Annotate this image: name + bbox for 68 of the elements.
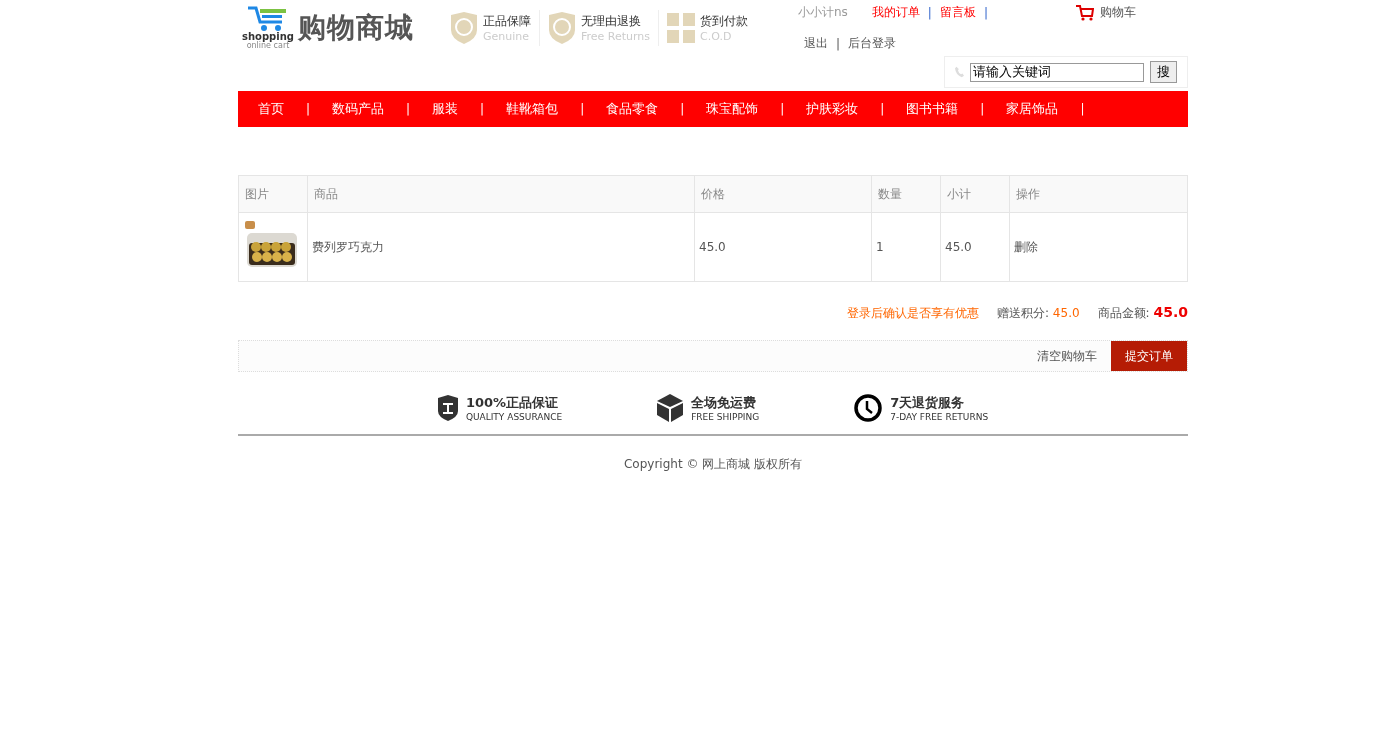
shield-icon — [450, 12, 478, 44]
separator: | — [306, 102, 311, 116]
gift-icon — [667, 13, 696, 43]
separator: | — [836, 36, 841, 51]
user-greeting: 小小计ns — [798, 4, 848, 21]
separator: | — [580, 102, 585, 116]
column-header: 操作 — [1009, 175, 1188, 213]
column-header: 商品 — [307, 175, 695, 213]
separator: | — [1080, 102, 1085, 116]
logo-tagline: online cart — [246, 42, 290, 50]
column-header: 小计 — [940, 175, 1010, 213]
points-label: 赠送积分: — [997, 306, 1051, 320]
logo-caption: shopping — [242, 32, 294, 42]
separator: | — [780, 102, 785, 116]
table-cell: 1 — [871, 212, 941, 282]
nav-item[interactable]: 珠宝配饰 — [706, 100, 759, 118]
clock-icon — [854, 394, 883, 422]
search-field[interactable]: 请输入关键词 — [970, 62, 1144, 82]
cart-link[interactable]: 购物车 — [1075, 4, 1136, 21]
nav-item[interactable]: 食品零食 — [606, 100, 659, 118]
table-cell: 45.0 — [940, 212, 1010, 282]
logo-title: 购物商城 — [297, 10, 414, 46]
table-cell: 45.0 — [694, 212, 872, 282]
nav-item[interactable]: 护肤彩妆 — [806, 100, 859, 118]
badge-title: 货到付款 — [700, 13, 749, 30]
shield-icon — [548, 12, 576, 44]
feature-title: 100%正品保证 — [465, 394, 560, 412]
feature-subtitle: QUALITY ASSURANCE — [465, 412, 563, 422]
separator: | — [480, 102, 485, 116]
separator: | — [406, 102, 411, 116]
phone-icon — [955, 65, 964, 79]
separator: | — [927, 5, 932, 20]
badge-title: 正品保障 — [483, 13, 531, 30]
separator: | — [880, 102, 885, 116]
cube-icon — [657, 394, 684, 422]
cart-icon — [1075, 4, 1094, 21]
separator: | — [983, 5, 988, 20]
column-header: 价格 — [694, 175, 872, 213]
separator: | — [980, 102, 985, 116]
nav-item[interactable]: 图书书籍 — [906, 100, 959, 118]
top-link[interactable]: 我的订单 — [871, 4, 920, 21]
shield-icon — [437, 395, 458, 421]
feature-subtitle: FREE SHIPPING — [691, 412, 760, 422]
nav-item[interactable]: 家居饰品 — [1006, 100, 1059, 118]
separator: | — [680, 102, 685, 116]
search-button[interactable]: 搜 — [1150, 61, 1177, 83]
column-header: 数量 — [871, 175, 941, 213]
discount-notice: 登录后确认是否享有优惠 — [847, 305, 979, 322]
submit-order-button[interactable]: 提交订单 — [1111, 341, 1187, 371]
feature-title: 全场免运费 — [691, 394, 758, 412]
feature-subtitle: 7-DAY FREE RETURNS — [890, 412, 989, 422]
nav-item[interactable]: 首页 — [258, 100, 284, 118]
delete-link[interactable]: 删除 — [1014, 239, 1038, 254]
account-link[interactable]: 退出 — [804, 35, 828, 52]
account-link[interactable]: 后台登录 — [848, 35, 897, 52]
total-value: 45.0 — [1153, 304, 1188, 320]
nav-item[interactable]: 鞋靴箱包 — [506, 100, 559, 118]
clear-cart-link[interactable]: 清空购物车 — [1037, 347, 1097, 365]
badge-title: 无理由退换 — [581, 13, 642, 30]
nav-item[interactable]: 数码产品 — [332, 100, 385, 118]
copyright-text: Copyright © 网上商城 版权所有 — [623, 457, 803, 471]
top-link[interactable]: 留言板 — [939, 4, 976, 21]
nav-item[interactable]: 服装 — [432, 100, 459, 118]
table-cell: 费列罗巧克力 — [307, 212, 695, 282]
points-value: 45.0 — [1052, 306, 1080, 320]
feature-title: 7天退货服务 — [890, 394, 966, 412]
column-header: 图片 — [238, 175, 308, 213]
total-label: 商品金额: — [1097, 306, 1151, 320]
